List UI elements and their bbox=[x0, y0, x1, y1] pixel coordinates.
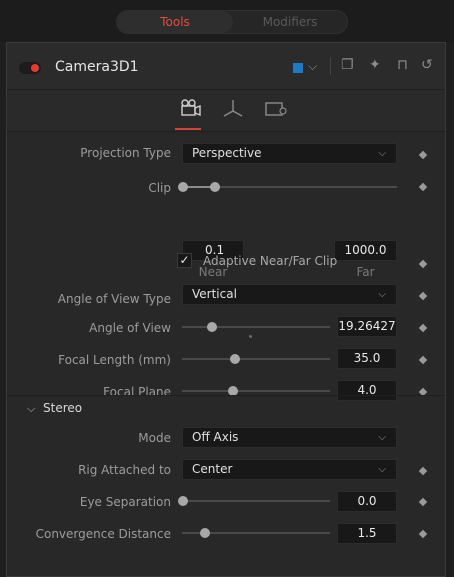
top-bar: Tools Modifiers bbox=[0, 0, 454, 42]
chevron-down-icon: ⌵ bbox=[378, 148, 386, 159]
focal-length-slider-track[interactable] bbox=[182, 358, 330, 360]
rig-attached-to-label: Rig Attached to bbox=[78, 463, 171, 477]
tab-tools[interactable]: Tools bbox=[117, 11, 233, 33]
inspector-panel: Camera3D1 ⌵ ❐ ✦ ⊓ ↺ Projection Type Pers… bbox=[6, 42, 446, 577]
focal-length-slider-thumb[interactable] bbox=[230, 354, 240, 364]
lock-icon[interactable]: ⊓ bbox=[397, 57, 408, 73]
mode-label: Mode bbox=[138, 431, 171, 445]
chevron-down-icon[interactable]: ⌵ bbox=[308, 59, 317, 74]
focal-plane-slider-track[interactable] bbox=[182, 390, 330, 392]
focal-plane-label: Focal Plane bbox=[103, 385, 171, 399]
angle-of-view-field[interactable]: 19.26427 bbox=[337, 316, 397, 337]
projection-type-label: Projection Type bbox=[80, 146, 171, 160]
angle-of-view-type-label: Angle of View Type bbox=[57, 292, 171, 306]
keyframe-diamond-icon[interactable] bbox=[418, 323, 428, 333]
convergence-distance-label: Convergence Distance bbox=[35, 527, 171, 541]
rig-attached-to-value: Center bbox=[192, 462, 233, 476]
control-page-tabs bbox=[7, 90, 445, 132]
tab-modifiers[interactable]: Modifiers bbox=[233, 11, 347, 33]
keyframe-diamond-icon[interactable] bbox=[418, 259, 428, 269]
chevron-down-icon[interactable]: ⌵ bbox=[27, 402, 35, 416]
settings-tab-icon[interactable] bbox=[263, 98, 289, 123]
convergence-distance-slider-thumb[interactable] bbox=[200, 528, 210, 538]
clip-near-handle[interactable] bbox=[178, 182, 188, 192]
chevron-down-icon: ⌵ bbox=[378, 432, 386, 443]
keyframe-diamond-icon[interactable] bbox=[418, 355, 428, 365]
angle-of-view-type-value: Vertical bbox=[192, 287, 237, 301]
angle-of-view-slider-track[interactable] bbox=[182, 326, 330, 328]
tool-header: Camera3D1 ⌵ ❐ ✦ ⊓ ↺ bbox=[7, 43, 445, 90]
keyframe-diamond-icon[interactable] bbox=[418, 529, 428, 539]
adaptive-clip-label: Adaptive Near/Far Clip bbox=[203, 254, 338, 268]
tool-enable-toggle[interactable] bbox=[19, 62, 41, 74]
tool-name: Camera3D1 bbox=[55, 59, 139, 75]
toggle-dot bbox=[31, 64, 39, 72]
active-tab-indicator bbox=[175, 128, 201, 130]
focal-plane-field[interactable]: 4.0 bbox=[337, 380, 397, 401]
clip-far-handle[interactable] bbox=[210, 182, 220, 192]
convergence-distance-field[interactable]: 1.5 bbox=[337, 523, 397, 544]
keyframe-diamond-icon[interactable] bbox=[418, 466, 428, 476]
tool-color-swatch[interactable] bbox=[293, 63, 303, 73]
keyframe-diamond-icon[interactable] bbox=[418, 182, 428, 192]
projection-type-dropdown[interactable]: Perspective ⌵ bbox=[182, 143, 397, 164]
section-divider bbox=[7, 395, 445, 396]
eye-separation-slider-thumb[interactable] bbox=[178, 496, 188, 506]
pin-icon[interactable]: ✦ bbox=[369, 57, 381, 73]
stereo-section-title[interactable]: Stereo bbox=[43, 401, 82, 415]
keyframe-diamond-icon[interactable] bbox=[418, 497, 428, 507]
transform-tab-icon[interactable] bbox=[221, 98, 245, 123]
chevron-down-icon: ⌵ bbox=[378, 464, 386, 475]
focal-length-field[interactable]: 35.0 bbox=[337, 348, 397, 369]
angle-of-view-slider-thumb[interactable] bbox=[207, 322, 217, 332]
adaptive-clip-checkbox[interactable]: ✓ bbox=[177, 253, 192, 268]
camera-tab-icon[interactable] bbox=[177, 98, 201, 123]
default-marker bbox=[249, 335, 252, 338]
version-icon[interactable]: ❐ bbox=[341, 57, 354, 73]
angle-of-view-type-dropdown[interactable]: Vertical ⌵ bbox=[182, 284, 397, 305]
focal-length-label: Focal Length (mm) bbox=[58, 353, 171, 367]
keyframe-diamond-icon[interactable] bbox=[418, 150, 428, 160]
eye-separation-slider-track[interactable] bbox=[182, 500, 330, 502]
header-divider bbox=[330, 57, 331, 75]
clip-far-field[interactable]: 1000.0 bbox=[334, 240, 397, 261]
tools-modifiers-tabs: Tools Modifiers bbox=[116, 10, 348, 34]
angle-of-view-label: Angle of View bbox=[89, 321, 171, 335]
clip-label: Clip bbox=[148, 181, 171, 195]
projection-type-value: Perspective bbox=[192, 146, 262, 160]
mode-dropdown[interactable]: Off Axis ⌵ bbox=[182, 427, 397, 448]
mode-value: Off Axis bbox=[192, 430, 239, 444]
eye-separation-field[interactable]: 0.0 bbox=[337, 491, 397, 512]
keyframe-diamond-icon[interactable] bbox=[418, 291, 428, 301]
eye-separation-label: Eye Separation bbox=[79, 495, 171, 509]
reset-icon[interactable]: ↺ bbox=[421, 57, 433, 73]
far-label: Far bbox=[356, 265, 375, 279]
chevron-down-icon: ⌵ bbox=[378, 289, 386, 300]
rig-attached-to-dropdown[interactable]: Center ⌵ bbox=[182, 459, 397, 480]
